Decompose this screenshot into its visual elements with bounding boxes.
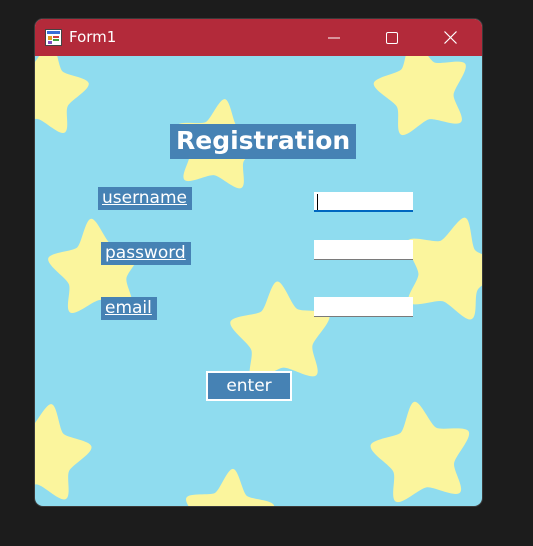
email-label[interactable]: email (101, 297, 157, 320)
maximize-button[interactable] (369, 19, 415, 56)
close-icon (443, 31, 457, 44)
star-shape (35, 396, 98, 503)
enter-button[interactable]: enter (206, 371, 292, 401)
username-input[interactable] (314, 192, 413, 212)
password-label[interactable]: password (101, 242, 191, 265)
minimize-button[interactable] (311, 19, 357, 56)
star-shape (366, 56, 478, 139)
text-caret (317, 194, 318, 210)
star-shape (365, 394, 478, 505)
registration-heading: Registration (170, 124, 357, 159)
star-shape (181, 465, 278, 506)
star-shape (35, 56, 95, 137)
window-title: Form1 (69, 28, 117, 46)
app-window: Form1 Registration username password ema… (35, 19, 482, 506)
maximize-icon (386, 31, 398, 44)
title-bar[interactable]: Form1 (35, 19, 482, 56)
form-client-area: Registration username password email ent… (35, 56, 482, 506)
star-shape (227, 278, 334, 382)
close-button[interactable] (427, 19, 473, 56)
email-input[interactable] (314, 297, 413, 317)
username-label[interactable]: username (98, 187, 192, 210)
form-app-icon[interactable] (45, 29, 62, 46)
password-input[interactable] (314, 240, 413, 260)
minimize-icon (328, 37, 340, 38)
